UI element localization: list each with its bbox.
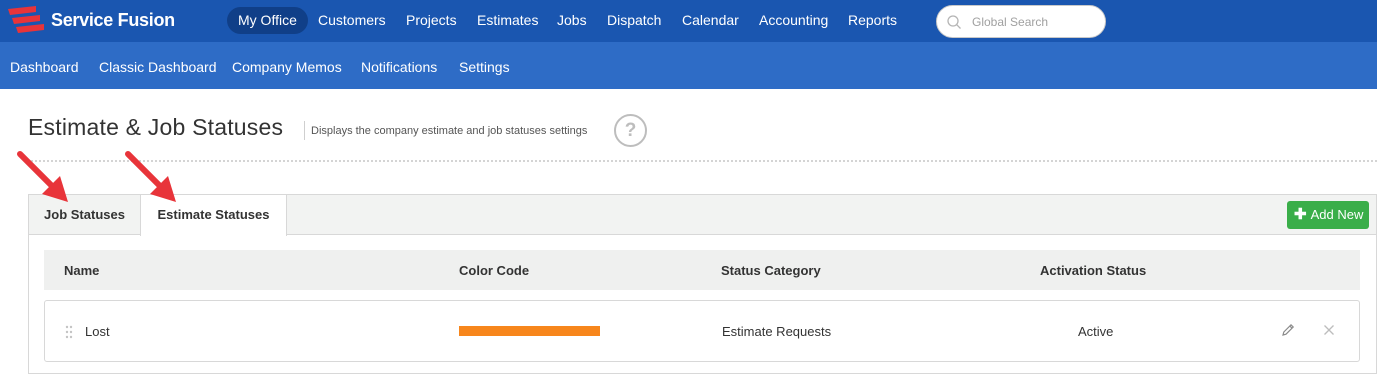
brand-name[interactable]: Service Fusion	[51, 10, 175, 31]
logo-icon[interactable]	[6, 5, 46, 37]
search-icon	[947, 15, 961, 29]
arrow-annotation-estimate-statuses	[125, 151, 176, 202]
column-header-color-code[interactable]: Color Code	[459, 263, 529, 278]
nav-my-office[interactable]: My Office	[227, 7, 308, 34]
page-subtitle: Displays the company estimate and job st…	[311, 125, 588, 137]
nav-estimates[interactable]: Estimates	[466, 7, 549, 34]
header-divider	[28, 160, 1377, 162]
status-name: Lost	[85, 324, 110, 339]
nav-projects[interactable]: Projects	[395, 7, 468, 34]
sub-nav-bar: Dashboard Classic Dashboard Company Memo…	[0, 42, 1377, 89]
statuses-panel: Job Statuses Estimate Statuses ✚ Add New …	[28, 194, 1377, 374]
tab-bar: Job Statuses Estimate Statuses ✚ Add New	[29, 195, 1376, 236]
subnav-dashboard[interactable]: Dashboard	[10, 59, 79, 75]
column-header-status-category[interactable]: Status Category	[721, 263, 821, 278]
table-row[interactable]: Lost Estimate Requests Active	[44, 300, 1360, 362]
search-input[interactable]	[972, 12, 1097, 32]
top-nav-bar: Service Fusion My Office Customers Proje…	[0, 0, 1377, 42]
subnav-classic-dashboard[interactable]: Classic Dashboard	[99, 59, 217, 75]
nav-calendar[interactable]: Calendar	[671, 7, 750, 34]
nav-dispatch[interactable]: Dispatch	[596, 7, 672, 34]
title-divider	[304, 121, 305, 140]
table-header: Name Color Code Status Category Activati…	[44, 250, 1360, 290]
plus-icon: ✚	[1294, 206, 1307, 223]
nav-jobs[interactable]: Jobs	[546, 7, 598, 34]
nav-customers[interactable]: Customers	[307, 7, 397, 34]
subnav-notifications[interactable]: Notifications	[361, 59, 437, 75]
global-search[interactable]	[936, 5, 1106, 38]
drag-handle-icon[interactable]	[65, 325, 73, 339]
subnav-settings[interactable]: Settings	[459, 59, 510, 75]
color-swatch	[459, 326, 600, 336]
subnav-company-memos[interactable]: Company Memos	[232, 59, 342, 75]
nav-reports[interactable]: Reports	[837, 7, 908, 34]
page-title: Estimate & Job Statuses	[28, 114, 284, 140]
add-new-button[interactable]: ✚ Add New	[1287, 201, 1369, 229]
column-header-name[interactable]: Name	[64, 263, 99, 278]
column-header-activation-status[interactable]: Activation Status	[1040, 263, 1146, 278]
activation-status: Active	[1078, 324, 1114, 339]
add-new-label: Add New	[1310, 207, 1364, 222]
arrow-annotation-job-statuses	[17, 151, 68, 202]
delete-icon[interactable]	[1323, 324, 1335, 336]
edit-icon[interactable]	[1281, 323, 1295, 337]
nav-accounting[interactable]: Accounting	[748, 7, 839, 34]
help-icon[interactable]: ?	[614, 114, 647, 147]
status-category: Estimate Requests	[722, 324, 832, 339]
